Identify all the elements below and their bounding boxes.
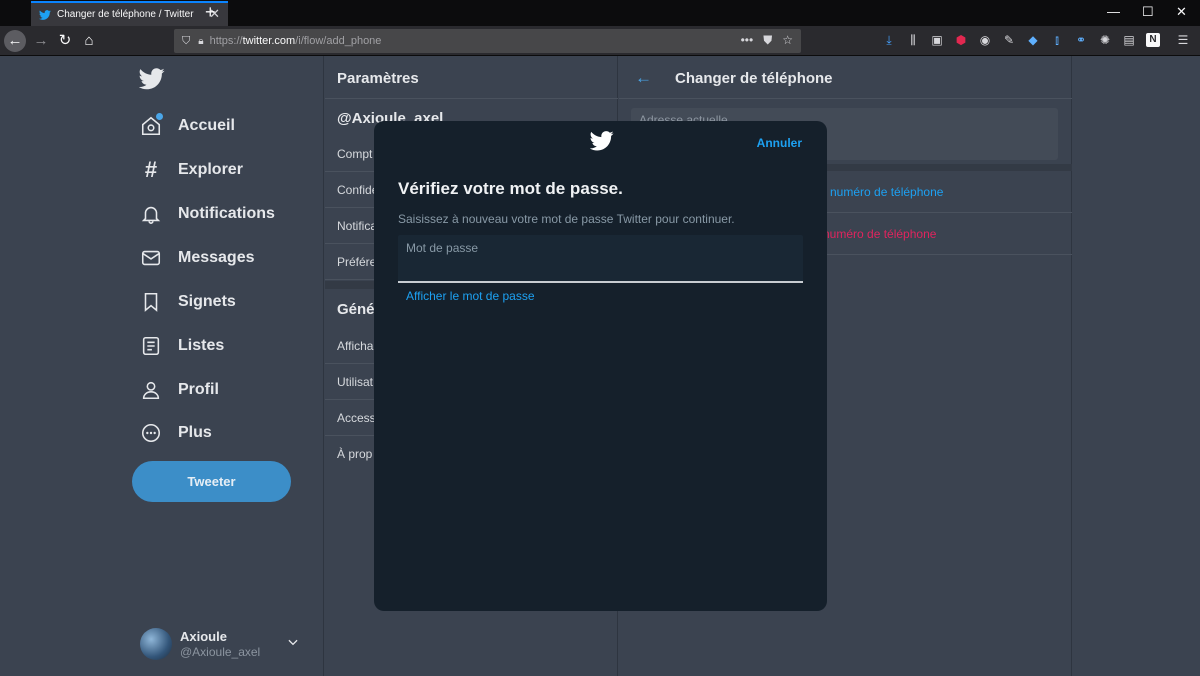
- settings-extension-icon[interactable]: ✺: [1098, 33, 1112, 47]
- profile-icon: [139, 378, 163, 402]
- tweet-button[interactable]: Tweeter: [132, 461, 291, 502]
- notes-extension-icon[interactable]: ▤: [1122, 33, 1136, 47]
- nav-item-profil[interactable]: Profil: [139, 375, 219, 405]
- sidebar-icon[interactable]: ▣: [930, 33, 944, 47]
- settings-row-label: Notifica: [337, 219, 378, 233]
- list-icon: [139, 334, 163, 358]
- bell-icon: [139, 202, 163, 226]
- nav-label-profil: Profil: [178, 381, 219, 398]
- account-handle: @Axioule_axel: [180, 645, 261, 659]
- library-icon[interactable]: ⫼: [906, 33, 920, 47]
- close-window-icon[interactable]: ✕: [1176, 4, 1187, 20]
- nav-label-listes: Listes: [178, 337, 225, 354]
- left-navigation: Accueil # Explorer Notifications Message…: [0, 56, 324, 676]
- detail-title: Changer de téléphone: [675, 70, 833, 87]
- url-scheme: https://: [209, 35, 243, 47]
- password-label: Mot de passe: [406, 241, 479, 255]
- link-extension-icon[interactable]: ⚭: [1074, 33, 1088, 47]
- nav-item-explorer[interactable]: # Explorer: [139, 155, 243, 185]
- stats-extension-icon[interactable]: ⫾: [1050, 33, 1064, 47]
- settings-row-label: Utilisat: [337, 375, 374, 389]
- url-path: /i/flow/add_phone: [295, 35, 382, 47]
- update-phone-link[interactable]: numéro de téléphone: [830, 185, 943, 199]
- new-tab-button[interactable]: +: [205, 3, 216, 21]
- home-browser-icon[interactable]: ⌂: [78, 30, 100, 52]
- bookmark-icon: [139, 290, 163, 314]
- download-icon[interactable]: ⤓: [882, 33, 896, 47]
- more-icon: [139, 421, 163, 445]
- nav-item-signets[interactable]: Signets: [139, 287, 236, 317]
- home-icon: [139, 113, 163, 138]
- reload-icon[interactable]: ↻: [54, 30, 76, 52]
- minimize-window-icon[interactable]: —: [1107, 4, 1120, 19]
- back-arrow-icon[interactable]: ←: [635, 68, 652, 88]
- chevron-down-icon: [288, 639, 298, 646]
- settings-header: Paramètres: [325, 56, 618, 99]
- nav-label-messages: Messages: [178, 249, 255, 266]
- page-actions-icon[interactable]: •••: [741, 33, 754, 48]
- twitter-favicon-icon: [39, 9, 51, 20]
- hashtag-icon: #: [144, 157, 158, 182]
- bookmark-star-icon[interactable]: ☆: [782, 33, 793, 48]
- settings-row-label: À prop: [337, 447, 373, 461]
- nav-item-messages[interactable]: Messages: [139, 243, 255, 273]
- back-arrow-icon[interactable]: ←: [4, 30, 26, 52]
- delete-phone-link[interactable]: numéro de téléphone: [823, 227, 936, 241]
- settings-section-general: Géné: [337, 301, 375, 318]
- twitter-logo-icon: [590, 131, 614, 151]
- settings-row-label: Préfére: [337, 255, 377, 269]
- n-extension-icon[interactable]: N: [1146, 33, 1160, 47]
- browser-tab-active[interactable]: Changer de téléphone / Twitter ✕: [31, 1, 228, 26]
- color-picker-icon[interactable]: ✎: [1002, 33, 1016, 47]
- modal-title: Vérifiez votre mot de passe.: [398, 179, 623, 198]
- nav-label-explorer: Explorer: [178, 161, 243, 178]
- shield-icon[interactable]: ⛉: [182, 35, 190, 48]
- nav-item-accueil[interactable]: Accueil: [139, 111, 235, 141]
- mail-icon: [139, 246, 163, 270]
- maximize-window-icon[interactable]: ☐: [1142, 4, 1154, 20]
- password-field[interactable]: Mot de passe: [398, 235, 803, 283]
- nav-item-notifications[interactable]: Notifications: [139, 199, 275, 229]
- detail-header: ← Changer de téléphone: [619, 56, 1072, 99]
- show-password-link[interactable]: Afficher le mot de passe: [406, 289, 535, 303]
- nav-label-plus: Plus: [178, 424, 212, 441]
- lock-icon[interactable]: 🔒︎: [198, 36, 203, 47]
- account-name: Axioule: [180, 629, 227, 644]
- url-host: twitter.com: [242, 35, 296, 47]
- forward-arrow-icon[interactable]: →: [30, 30, 52, 52]
- account-extension-icon[interactable]: ◉: [978, 33, 992, 47]
- nav-item-listes[interactable]: Listes: [139, 331, 224, 361]
- tab-title: Changer de téléphone / Twitter: [57, 9, 194, 20]
- verify-password-modal: Annuler Vérifiez votre mot de passe. Sai…: [374, 121, 827, 611]
- settings-row-label: Confide: [337, 183, 379, 197]
- settings-row-label: Compt: [337, 147, 373, 161]
- browser-nav-bar: ← → ↻ ⌂ ⛉ 🔒︎ https:// twitter.com /i/flo…: [0, 26, 1200, 56]
- url-bar[interactable]: ⛉ 🔒︎ https:// twitter.com /i/flow/add_ph…: [174, 29, 801, 53]
- menu-icon[interactable]: ☰: [1176, 33, 1190, 47]
- browser-tab-bar: Changer de téléphone / Twitter ✕ + — ☐ ✕: [0, 0, 1200, 26]
- settings-row-label: Afficha: [337, 339, 374, 353]
- pocket-icon[interactable]: ⛊: [763, 33, 772, 48]
- nav-item-plus[interactable]: Plus: [139, 418, 212, 448]
- nav-label-notifications: Notifications: [178, 205, 275, 222]
- cancel-button[interactable]: Annuler: [757, 136, 802, 150]
- modal-description: Saisissez à nouveau votre mot de passe T…: [398, 212, 735, 226]
- nav-label-signets: Signets: [178, 293, 236, 310]
- nav-label-accueil: Accueil: [178, 117, 235, 134]
- password-input[interactable]: [406, 259, 795, 277]
- avatar: [140, 628, 172, 660]
- settings-row-label: Accessi: [337, 411, 379, 425]
- settings-title: Paramètres: [337, 70, 419, 87]
- twitter-logo-icon[interactable]: [139, 68, 165, 90]
- account-switcher[interactable]: Axioule @Axioule_axel: [140, 627, 310, 661]
- ublock-icon[interactable]: ⬢: [954, 33, 968, 47]
- puzzle-extension-icon[interactable]: ◆: [1026, 33, 1040, 47]
